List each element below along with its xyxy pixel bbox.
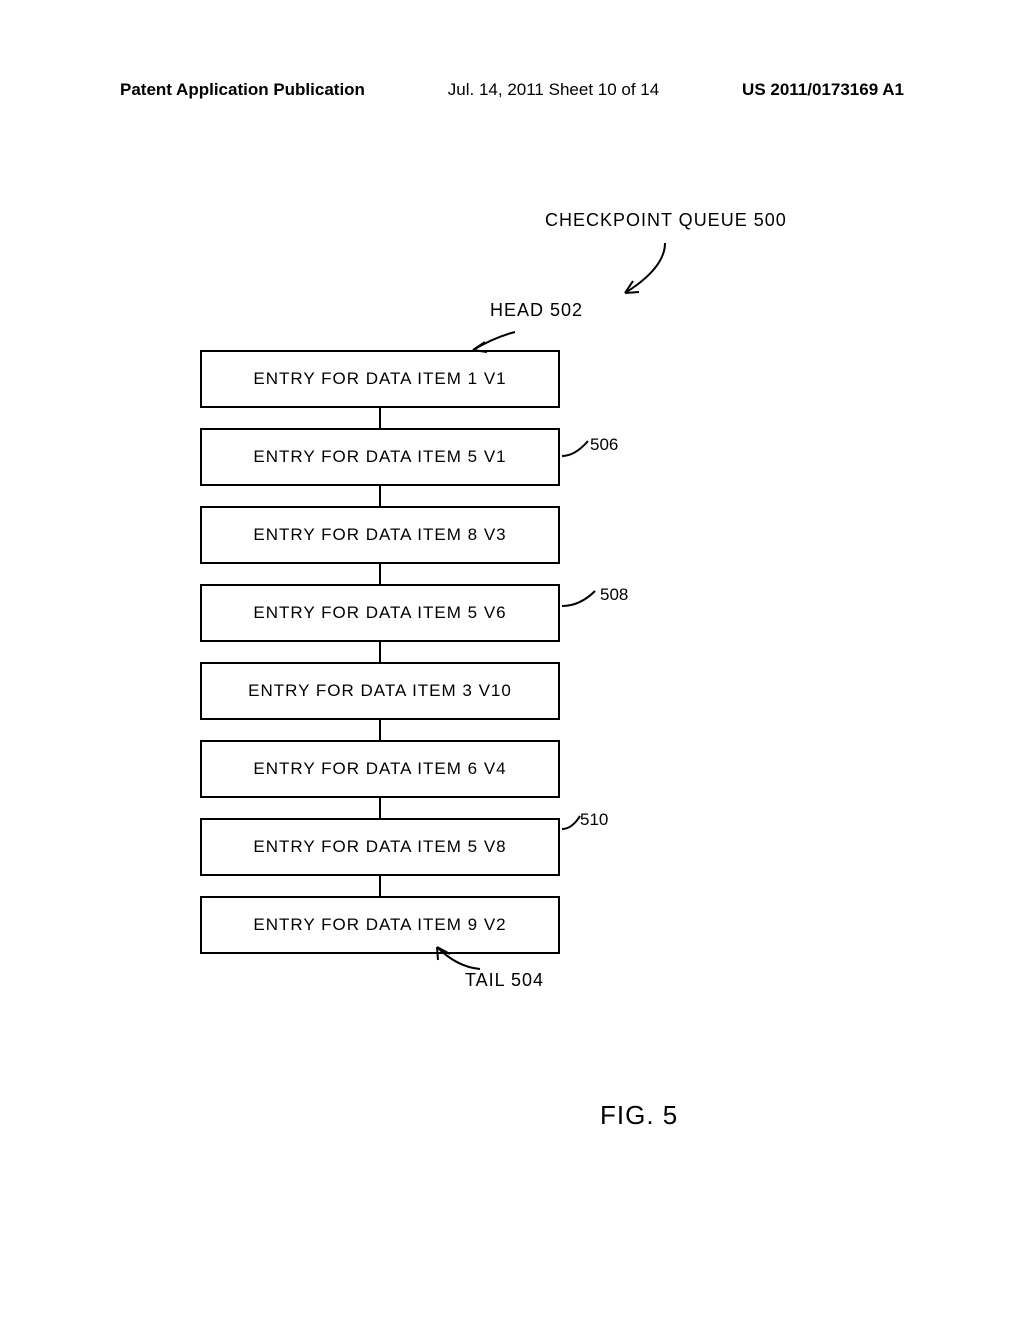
connector xyxy=(379,486,381,506)
ref-508: 508 xyxy=(600,585,628,605)
queue-entry: ENTRY FOR DATA ITEM 9 V2 xyxy=(200,896,560,954)
page-header: Patent Application Publication Jul. 14, … xyxy=(0,0,1024,110)
queue-entry: ENTRY FOR DATA ITEM 3 V10 xyxy=(200,662,560,720)
figure-label: FIG. 5 xyxy=(600,1100,678,1131)
queue-entry: ENTRY FOR DATA ITEM 5 V1 xyxy=(200,428,560,486)
connector xyxy=(379,720,381,740)
queue-entry: ENTRY FOR DATA ITEM 8 V3 xyxy=(200,506,560,564)
ref-curve-508 xyxy=(560,586,605,616)
queue-title: CHECKPOINT QUEUE 500 xyxy=(545,210,787,231)
connector xyxy=(379,798,381,818)
ref-510: 510 xyxy=(580,810,608,830)
connector xyxy=(379,408,381,428)
connector xyxy=(379,564,381,584)
queue-entry: ENTRY FOR DATA ITEM 6 V4 xyxy=(200,740,560,798)
head-label: HEAD 502 xyxy=(490,300,583,321)
queue-entry: ENTRY FOR DATA ITEM 5 V8 xyxy=(200,818,560,876)
connector xyxy=(379,642,381,662)
queue-title-arrow xyxy=(615,238,695,308)
header-right: US 2011/0173169 A1 xyxy=(742,80,904,100)
queue-list: ENTRY FOR DATA ITEM 1 V1 ENTRY FOR DATA … xyxy=(200,350,560,954)
ref-506: 506 xyxy=(590,435,618,455)
queue-entry: ENTRY FOR DATA ITEM 1 V1 xyxy=(200,350,560,408)
header-left: Patent Application Publication xyxy=(120,80,365,100)
connector xyxy=(379,876,381,896)
queue-entry: ENTRY FOR DATA ITEM 5 V6 xyxy=(200,584,560,642)
header-center: Jul. 14, 2011 Sheet 10 of 14 xyxy=(448,80,659,100)
tail-label: TAIL 504 xyxy=(465,970,544,991)
